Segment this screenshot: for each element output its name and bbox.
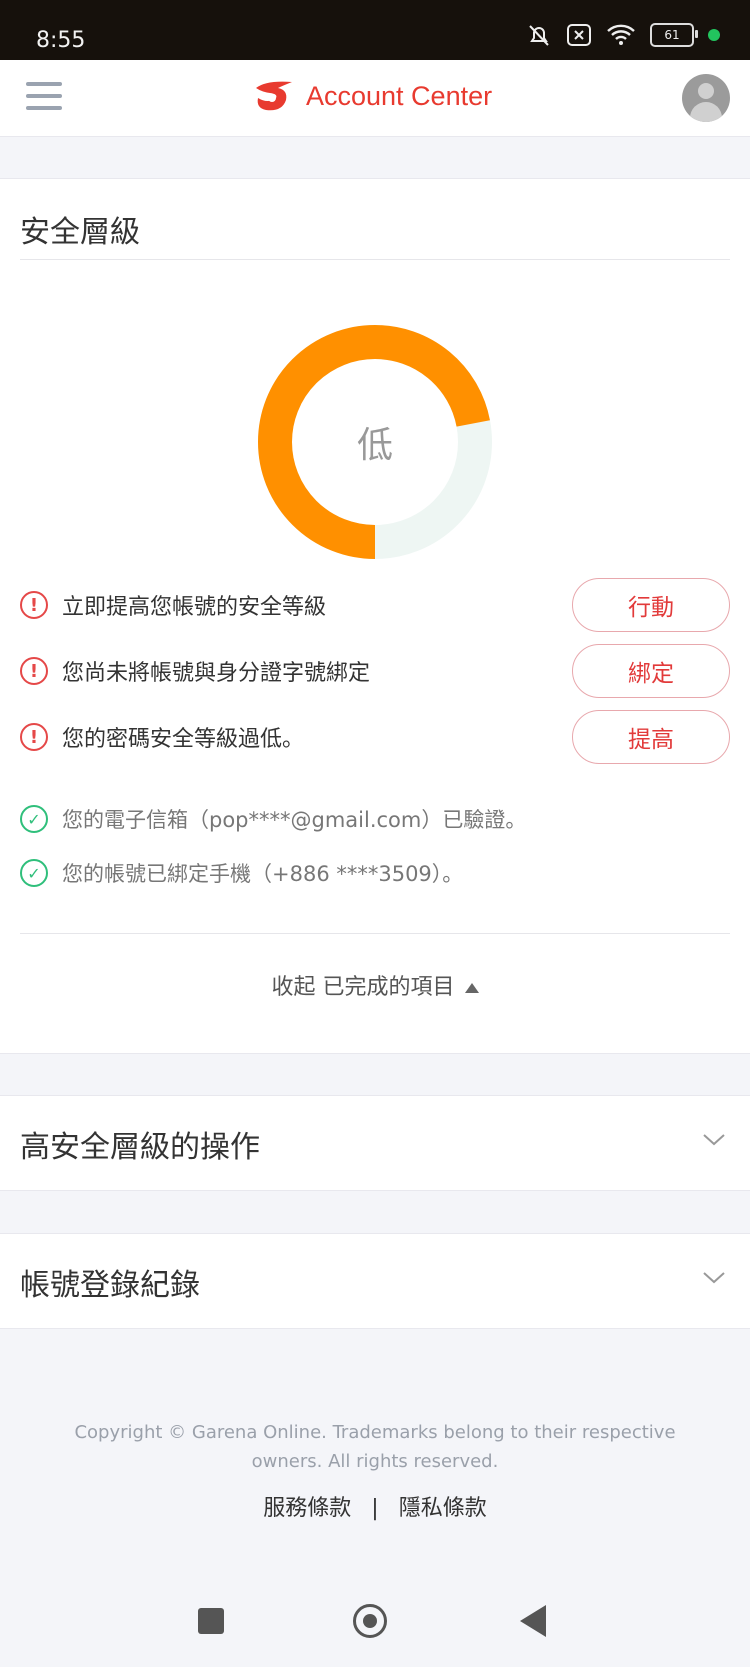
navigation-bar xyxy=(0,1600,750,1667)
terms-link[interactable]: 服務條款 xyxy=(263,1496,351,1521)
completed-text: 您的電子信箱（pop****@gmail.com）已驗證。 xyxy=(62,808,527,832)
alert-icon: ! xyxy=(20,723,48,751)
back-icon[interactable] xyxy=(520,1605,546,1637)
warning-text: 您尚未將帳號與身分證字號綁定 xyxy=(62,661,371,686)
recording-dot-icon xyxy=(708,29,720,41)
security-level-title: 安全層級 xyxy=(20,215,140,250)
app-header: Account Center xyxy=(0,60,750,137)
login-history-section[interactable]: 帳號登錄紀錄 xyxy=(0,1233,750,1329)
bind-id-button[interactable]: 綁定 xyxy=(572,644,730,698)
privacy-link[interactable]: 隱私條款 xyxy=(399,1496,487,1521)
check-icon: ✓ xyxy=(20,805,48,833)
completed-text: 您的帳號已綁定手機（+886 ****3509）。 xyxy=(62,862,464,886)
status-time: 8:55 xyxy=(36,28,86,53)
alert-icon: ! xyxy=(20,591,48,619)
security-level-label: 低 xyxy=(356,425,393,466)
battery-level: 61 xyxy=(664,28,680,42)
brand-title: Account Center xyxy=(306,80,493,111)
bell-muted-icon xyxy=(529,25,549,46)
link-separator: | xyxy=(371,1496,379,1521)
collapse-label: 收起 已完成的項目 xyxy=(271,975,455,1000)
recents-icon[interactable] xyxy=(198,1608,224,1634)
section-title: 帳號登錄紀錄 xyxy=(20,1268,200,1303)
avatar[interactable] xyxy=(682,74,730,122)
home-icon[interactable] xyxy=(353,1604,387,1638)
warning-row: ! 立即提高您帳號的安全等級 行動 xyxy=(20,577,730,633)
warning-row: ! 您尚未將帳號與身分證字號綁定 綁定 xyxy=(20,643,730,699)
wifi-icon xyxy=(607,24,635,45)
copyright-text: Copyright © Garena Online. Trademarks be… xyxy=(74,1422,676,1472)
divider xyxy=(20,933,730,934)
completed-row: ✓ 您的電子信箱（pop****@gmail.com）已驗證。 xyxy=(20,799,730,839)
garena-logo-icon xyxy=(256,81,292,111)
menu-icon[interactable] xyxy=(26,82,62,112)
warning-text: 立即提高您帳號的安全等級 xyxy=(62,595,327,620)
status-icons: 61 xyxy=(526,22,720,48)
brand-logo[interactable]: Account Center xyxy=(252,78,492,114)
status-bar: 8:55 61 xyxy=(0,0,750,60)
chevron-down-icon xyxy=(703,1134,725,1146)
warning-text: 您的密碼安全等級過低。 xyxy=(62,727,305,752)
improve-password-button[interactable]: 提高 xyxy=(572,710,730,764)
battery-icon: 61 xyxy=(650,23,698,47)
warning-row: ! 您的密碼安全等級過低。 提高 xyxy=(20,709,730,765)
data-off-icon xyxy=(567,24,591,46)
action-button[interactable]: 行動 xyxy=(572,578,730,632)
high-security-operations-section[interactable]: 高安全層級的操作 xyxy=(0,1095,750,1191)
completed-row: ✓ 您的帳號已綁定手機（+886 ****3509）。 xyxy=(20,853,730,893)
divider xyxy=(20,259,730,260)
caret-up-icon xyxy=(464,983,479,993)
alert-icon: ! xyxy=(20,657,48,685)
section-title: 高安全層級的操作 xyxy=(20,1130,260,1165)
check-icon: ✓ xyxy=(20,859,48,887)
chevron-down-icon xyxy=(703,1272,725,1284)
footer-links: 服務條款 | 隱私條款 xyxy=(0,1490,750,1522)
collapse-completed-button[interactable]: 收起 已完成的項目 xyxy=(0,969,750,1001)
security-level-card: 安全層級 低 ! 立即提高您帳號的安全等級 行動 ! 您尚未將帳號與身分證字號綁… xyxy=(0,178,750,1054)
